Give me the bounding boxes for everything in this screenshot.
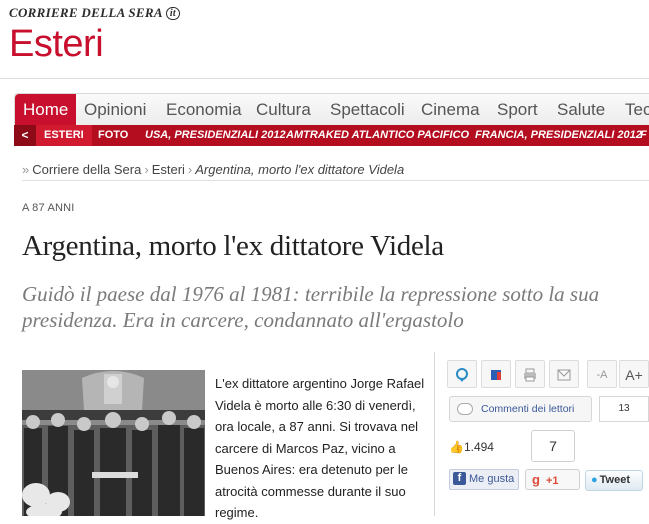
facebook-icon: f xyxy=(453,472,466,485)
increase-font-button[interactable]: A+ xyxy=(619,360,649,388)
main-nav: Home Opinioni Economia Cultura Spettacol… xyxy=(14,93,649,126)
tweet-label: Tweet xyxy=(599,474,631,486)
facebook-like-label: Me gusta xyxy=(469,473,515,485)
speech-bubble-icon xyxy=(457,403,473,415)
nav-item-home[interactable]: Home xyxy=(15,94,77,126)
breadcrumb-prefix: » xyxy=(22,162,30,177)
gplus-button[interactable]: g +1 xyxy=(525,469,580,490)
breadcrumb-separator: › xyxy=(187,162,193,177)
decrease-font-button[interactable]: -A xyxy=(587,360,617,388)
gplus-count: 7 xyxy=(531,430,575,462)
print-icon[interactable] xyxy=(515,360,545,388)
article-kicker: A 87 ANNI xyxy=(22,202,75,214)
comments-button[interactable]: Commenti dei lettori xyxy=(449,396,592,422)
nav-item-opinioni[interactable]: Opinioni xyxy=(84,94,146,126)
article-body: L'ex dittatore argentino Jorge Rafael Vi… xyxy=(215,376,425,520)
subnav-item-francia-presidenziali[interactable]: FRANCIA, PRESIDENZIALI 2012 xyxy=(475,125,642,146)
comments-widget: Commenti dei lettori 13 xyxy=(449,396,649,422)
logo-mark: it xyxy=(165,7,180,20)
twitter-bird-icon: ● xyxy=(591,474,598,486)
article-photo[interactable] xyxy=(22,370,205,516)
nav-item-economia[interactable]: Economia xyxy=(166,94,242,126)
comments-count: 13 xyxy=(599,396,649,422)
article-tools: -A A+ xyxy=(447,360,649,388)
nav-item-salute[interactable]: Salute xyxy=(557,94,605,126)
article-subheadline: Guidò il paese dal 1976 al 1981: terribi… xyxy=(22,282,600,332)
subnav-item-usa-presidenziali[interactable]: USA, PRESIDENZIALI 2012 xyxy=(145,125,286,146)
subnav-item-amtraked[interactable]: AMTRAKED ATLANTICO PACIFICO xyxy=(286,125,469,146)
subnav-item-esteri[interactable]: ESTERI xyxy=(36,125,92,146)
nav-item-cinema[interactable]: Cinema xyxy=(421,94,480,126)
facebook-like-button[interactable]: f Me gusta xyxy=(449,469,519,490)
masthead: CORRIERE DELLA SERA it Esteri xyxy=(0,0,649,79)
nav-item-sport[interactable]: Sport xyxy=(497,94,538,126)
site-logo[interactable]: CORRIERE DELLA SERA it xyxy=(9,5,180,21)
social-sidebar: -A A+ Commenti dei lettori 13 👍1.494 7 f… xyxy=(434,352,649,516)
sub-nav: < ESTERI FOTO USA, PRESIDENZIALI 2012 AM… xyxy=(14,125,649,146)
subnav-item-overflow[interactable]: F xyxy=(640,125,647,146)
nav-item-cultura[interactable]: Cultura xyxy=(256,94,311,126)
breadcrumb-item-home[interactable]: Corriere della Sera xyxy=(32,162,141,177)
map-pin-icon[interactable] xyxy=(447,360,477,388)
article-headline: Argentina, morto l'ex dittatore Videla xyxy=(22,230,444,262)
breadcrumb-item-esteri[interactable]: Esteri xyxy=(152,162,185,177)
email-icon[interactable] xyxy=(549,360,579,388)
section-title[interactable]: Esteri xyxy=(9,22,104,66)
breadcrumb-separator: › xyxy=(144,162,149,177)
gplus-icon: g xyxy=(532,472,540,487)
photo-illustration xyxy=(22,370,205,516)
facebook-like-count: 👍1.494 xyxy=(449,431,519,463)
subnav-back-arrow-icon[interactable]: < xyxy=(14,125,36,146)
nav-item-spettacoli[interactable]: Spettacoli xyxy=(330,94,405,126)
breadcrumb-item-current: Argentina, morto l'ex dittatore Videla xyxy=(195,162,405,177)
nav-item-tecnologia[interactable]: Tecn xyxy=(625,94,649,126)
facebook-count-value: 1.494 xyxy=(463,440,494,454)
breadcrumb: » Corriere della Sera › Esteri › Argentina, m… xyxy=(22,162,649,181)
gplus-label: +1 xyxy=(545,475,559,487)
comments-label: Commenti dei lettori xyxy=(481,403,575,415)
logo-text: CORRIERE DELLA SERA xyxy=(9,5,163,20)
subnav-item-foto[interactable]: FOTO xyxy=(98,125,128,146)
tweet-button[interactable]: ● Tweet xyxy=(585,470,643,491)
bookmark-icon[interactable] xyxy=(481,360,511,388)
thumbs-up-icon: 👍 xyxy=(449,440,464,454)
